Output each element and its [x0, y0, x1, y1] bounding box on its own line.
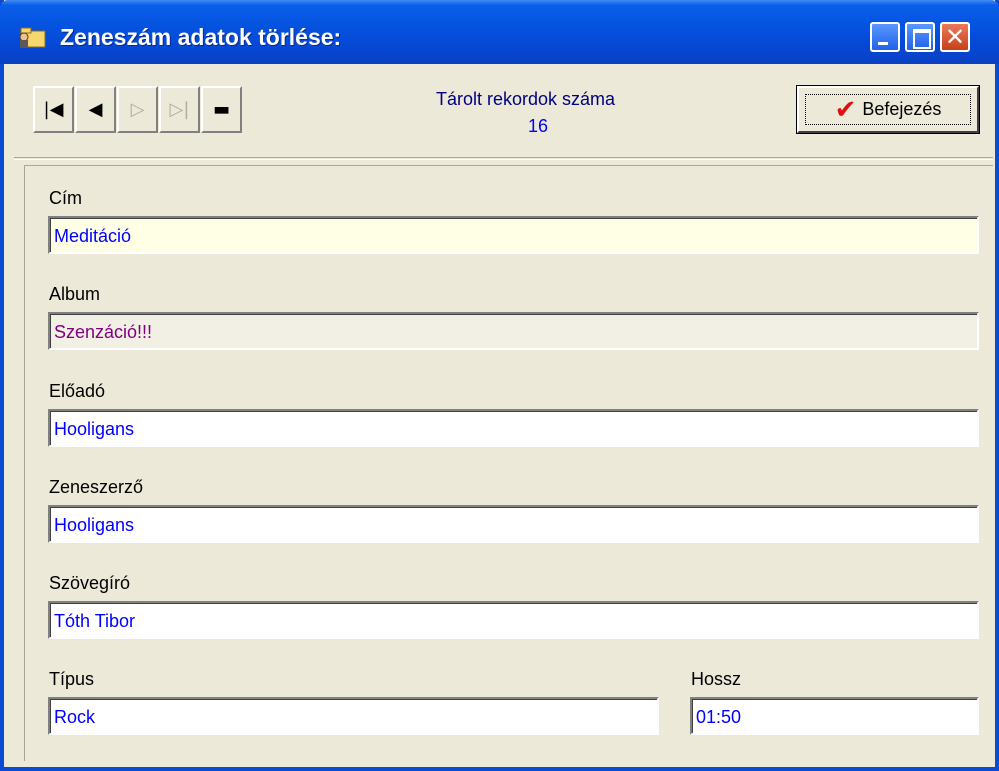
cim-label: Cím: [49, 188, 82, 208]
minimize-button[interactable]: [870, 22, 900, 52]
zeneszerzo-field[interactable]: Hooligans: [48, 505, 979, 543]
close-button[interactable]: ✕: [940, 22, 970, 52]
hossz-label: Hossz: [691, 669, 742, 689]
title-bar[interactable]: Zeneszám adatok törlése: ✕: [0, 0, 999, 64]
finish-button-label: Befejezés: [862, 99, 942, 119]
tipus-label: Típus: [49, 669, 95, 689]
delete-record-button[interactable]: ▬: [201, 86, 242, 133]
prev-record-button[interactable]: ◀: [75, 86, 116, 133]
first-record-button[interactable]: |◀: [33, 86, 74, 133]
finish-button[interactable]: ✔ Befejezés: [796, 85, 980, 134]
record-navigator: |◀ ◀ ▷ ▷| ▬: [33, 86, 243, 136]
next-record-button[interactable]: ▷: [117, 86, 158, 133]
tipus-field[interactable]: Rock: [48, 697, 659, 735]
toolbar-divider: [14, 157, 993, 160]
hossz-field[interactable]: 01:50: [690, 697, 979, 735]
check-icon: ✔: [834, 94, 857, 125]
close-icon: ✕: [944, 23, 966, 51]
window-title: Zeneszám adatok törlése:: [60, 24, 342, 50]
eloado-label: Előadó: [49, 381, 106, 401]
cim-field[interactable]: Meditáció: [48, 216, 979, 254]
dialog-window: Zeneszám adatok törlése: ✕ |◀ ◀ ▷ ▷| ▬ T…: [0, 0, 999, 771]
eloado-field[interactable]: Hooligans: [48, 409, 979, 447]
szovegiro-field[interactable]: Tóth Tibor: [48, 601, 979, 639]
maximize-button[interactable]: [905, 22, 935, 52]
finish-button-focus: ✔ Befejezés: [805, 94, 971, 125]
szovegiro-label: Szövegíró: [49, 573, 131, 593]
record-count-value: 16: [528, 116, 549, 136]
last-record-button[interactable]: ▷|: [159, 86, 200, 133]
record-count-label: Tárolt rekordok száma: [436, 89, 616, 109]
folder-user-icon: [19, 27, 46, 48]
zeneszerzo-label: Zeneszerző: [49, 477, 144, 497]
form-panel: [24, 165, 993, 761]
album-label: Album: [49, 284, 101, 304]
album-field[interactable]: Szenzáció!!!: [48, 312, 979, 350]
